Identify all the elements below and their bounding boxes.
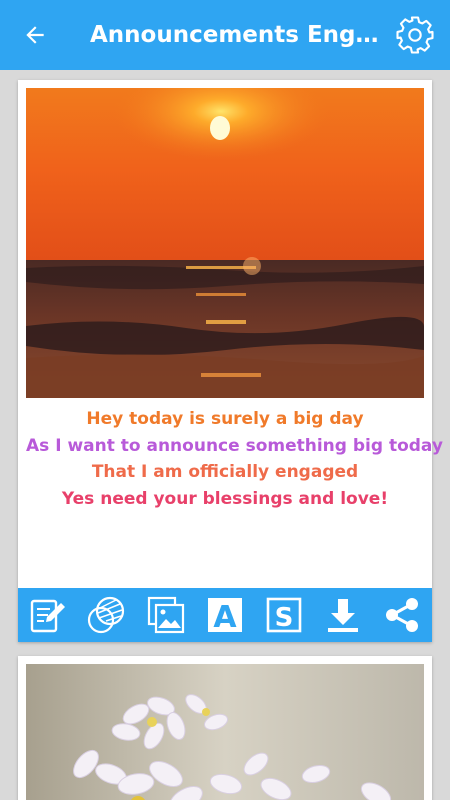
settings-button[interactable]: [390, 10, 440, 60]
edit-icon: [30, 599, 65, 633]
message-line-1: Hey today is surely a big day: [86, 409, 364, 429]
card-toolbar: A S: [18, 588, 432, 642]
sunset-ocean-picture: [26, 88, 424, 398]
download-icon: [328, 599, 359, 632]
edit-button[interactable]: [26, 593, 70, 637]
share-button[interactable]: [380, 593, 424, 637]
back-arrow-icon: [26, 26, 44, 44]
page-title: Announcements Engagement Messages: [90, 22, 380, 48]
sunset-image: [26, 88, 424, 398]
gallery-icon: [147, 596, 184, 634]
message-line-3: That I am officially engaged: [91, 462, 359, 482]
svg-text:A: A: [213, 600, 237, 635]
flowers-image: [26, 664, 424, 800]
white-flowers-picture: [26, 664, 424, 800]
app-bar: Announcements Engagement Messages: [0, 0, 450, 70]
font-icon: A: [207, 598, 242, 635]
font-button[interactable]: A: [203, 593, 247, 637]
message-line-2: As I want to announce something big toda…: [26, 435, 443, 456]
style-button[interactable]: S: [262, 593, 306, 637]
share-icon: [386, 598, 419, 632]
message-text: Hey today is surely a big day As I want …: [26, 406, 443, 512]
message-card-2: [18, 656, 432, 800]
gear-icon: [396, 16, 434, 54]
download-button[interactable]: [321, 593, 365, 637]
color-button[interactable]: [85, 593, 129, 637]
gallery-button[interactable]: [144, 593, 188, 637]
message-card: Hey today is surely a big day As I want …: [18, 80, 443, 642]
message-line-4: Yes need your blessings and love!: [61, 488, 389, 509]
color-palette-icon: [87, 596, 124, 634]
style-icon: S: [266, 597, 302, 633]
svg-text:S: S: [275, 603, 294, 633]
back-button[interactable]: [0, 0, 70, 70]
